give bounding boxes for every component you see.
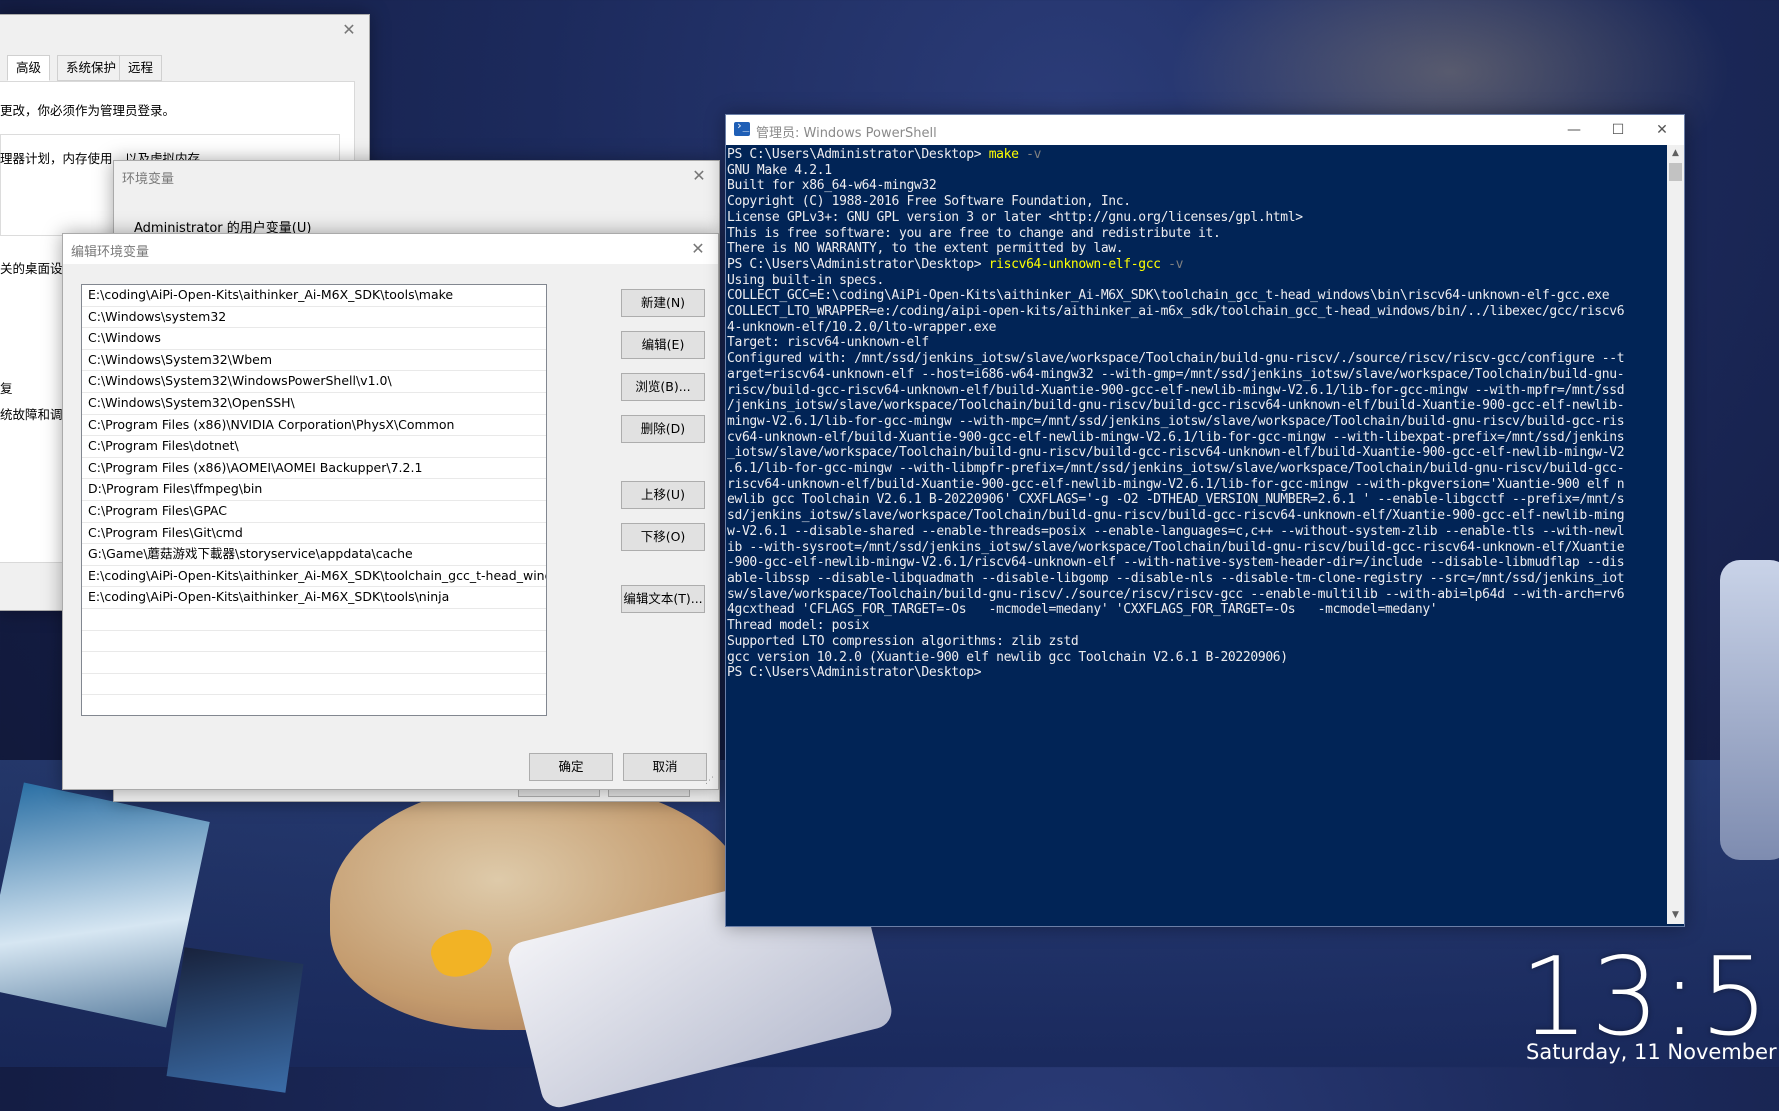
list-item[interactable]: C:\Windows — [82, 328, 546, 350]
scrollbar-thumb[interactable] — [1669, 163, 1682, 181]
tab-advanced[interactable]: 高级 — [7, 55, 51, 81]
list-item[interactable]: C:\Windows\System32\WindowsPowerShell\v1… — [82, 371, 546, 393]
system-properties-tabs: 高级 系统保护 远程 — [0, 55, 369, 81]
prompt: PS C:\Users\Administrator\Desktop> — [727, 147, 989, 162]
list-item[interactable]: C:\Program Files (x86)\AOMEI\AOMEI Backu… — [82, 458, 546, 480]
list-item[interactable]: C:\Windows\System32\OpenSSH\ — [82, 393, 546, 415]
env-vars-titlebar: 环境变量 ✕ — [114, 161, 719, 191]
list-item[interactable]: E:\coding\AiPi-Open-Kits\aithinker_Ai-M6… — [82, 566, 546, 588]
list-item[interactable]: C:\Program Files\dotnet\ — [82, 436, 546, 458]
admin-note: 更改，你必须作为管理员登录。 — [0, 103, 176, 118]
list-item[interactable]: D:\Program Files\ffmpeg\bin — [82, 479, 546, 501]
list-item[interactable]: C:\Windows\System32\Wbem — [82, 350, 546, 372]
command: riscv64-unknown-elf-gcc — [988, 256, 1161, 272]
ok-button[interactable]: 确定 — [529, 753, 613, 781]
startup-recovery-description: 统故障和调 — [0, 407, 63, 422]
close-icon[interactable]: ✕ — [688, 239, 708, 259]
delete-button[interactable]: 删除(D) — [621, 415, 705, 443]
list-item[interactable]: E:\coding\AiPi-Open-Kits\aithinker_Ai-M6… — [82, 285, 546, 307]
tab-remote[interactable]: 远程 — [119, 55, 163, 81]
command-argument: -v — [1018, 147, 1042, 162]
powershell-window: 管理员: Windows PowerShell — ☐ ✕ PS C:\User… — [725, 114, 1685, 927]
scroll-up-icon[interactable]: ▲ — [1667, 145, 1684, 162]
close-icon[interactable]: ✕ — [339, 20, 359, 40]
list-item-empty[interactable] — [82, 609, 546, 631]
powershell-title: 管理员: Windows PowerShell — [756, 126, 937, 141]
resize-grip-icon[interactable]: ⋰ — [705, 776, 715, 786]
list-item[interactable]: C:\Program Files\GPAC — [82, 501, 546, 523]
powershell-icon — [734, 119, 750, 136]
list-item-empty[interactable] — [82, 631, 546, 653]
path-list[interactable]: E:\coding\AiPi-Open-Kits\aithinker_Ai-M6… — [81, 284, 547, 716]
command-output: GNU Make 4.2.1 Built for x86_64-w64-ming… — [727, 162, 1303, 257]
list-item-empty[interactable] — [82, 652, 546, 674]
prompt: PS C:\Users\Administrator\Desktop> — [727, 665, 982, 681]
tab-system-protection[interactable]: 系统保护 — [57, 55, 126, 81]
system-properties-titlebar: ✕ — [0, 15, 369, 45]
list-item[interactable]: E:\coding\AiPi-Open-Kits\aithinker_Ai-M6… — [82, 587, 546, 609]
scroll-down-icon[interactable]: ▼ — [1667, 907, 1684, 924]
desktop-clock-date: Saturday, 11 November 20 — [1526, 1040, 1779, 1064]
new-button[interactable]: 新建(N) — [621, 289, 705, 317]
env-vars-title: 环境变量 — [122, 172, 175, 187]
powershell-titlebar: 管理员: Windows PowerShell — ☐ ✕ — [726, 115, 1684, 145]
minimize-icon[interactable]: — — [1552, 117, 1596, 143]
cancel-button[interactable]: 取消 — [623, 753, 707, 781]
move-up-button[interactable]: 上移(U) — [621, 481, 705, 509]
prompt: PS C:\Users\Administrator\Desktop> — [727, 256, 989, 272]
list-item[interactable]: G:\Game\蘑菇游戏下載器\storyservice\appdata\cac… — [82, 544, 546, 566]
maximize-icon[interactable]: ☐ — [1596, 117, 1640, 143]
edit-button[interactable]: 编辑(E) — [621, 331, 705, 359]
list-item[interactable]: C:\Program Files (x86)\NVIDIA Corporatio… — [82, 415, 546, 437]
list-item[interactable]: C:\Program Files\Git\cmd — [82, 523, 546, 545]
edit-text-button[interactable]: 编辑文本(T)... — [621, 585, 705, 613]
edit-env-titlebar: 编辑环境变量 ✕ — [63, 234, 718, 264]
close-icon[interactable]: ✕ — [689, 166, 709, 186]
profile-description: 关的桌面设 — [0, 261, 63, 276]
command: make — [988, 147, 1019, 162]
command-argument: -v — [1160, 256, 1184, 272]
edit-environment-variable-window: 编辑环境变量 ✕ E:\coding\AiPi-Open-Kits\aithin… — [62, 233, 719, 790]
vertical-scrollbar[interactable]: ▲ ▼ — [1667, 145, 1684, 924]
startup-recovery-title: 复 — [0, 381, 13, 396]
close-icon[interactable]: ✕ — [1640, 117, 1684, 143]
list-item-empty[interactable] — [82, 674, 546, 696]
list-item[interactable]: C:\Windows\system32 — [82, 307, 546, 329]
edit-env-title: 编辑环境变量 — [71, 245, 150, 260]
command-output: Using built-in specs. COLLECT_GCC=E:\cod… — [727, 272, 1625, 665]
move-down-button[interactable]: 下移(O) — [621, 523, 705, 551]
wallpaper-game-case-2 — [166, 947, 304, 1093]
wallpaper-figure — [1720, 560, 1779, 860]
list-item-empty[interactable] — [82, 695, 546, 715]
browse-button[interactable]: 浏览(B)... — [621, 373, 705, 401]
console-output[interactable]: PS C:\Users\Administrator\Desktop> make … — [726, 145, 1665, 926]
